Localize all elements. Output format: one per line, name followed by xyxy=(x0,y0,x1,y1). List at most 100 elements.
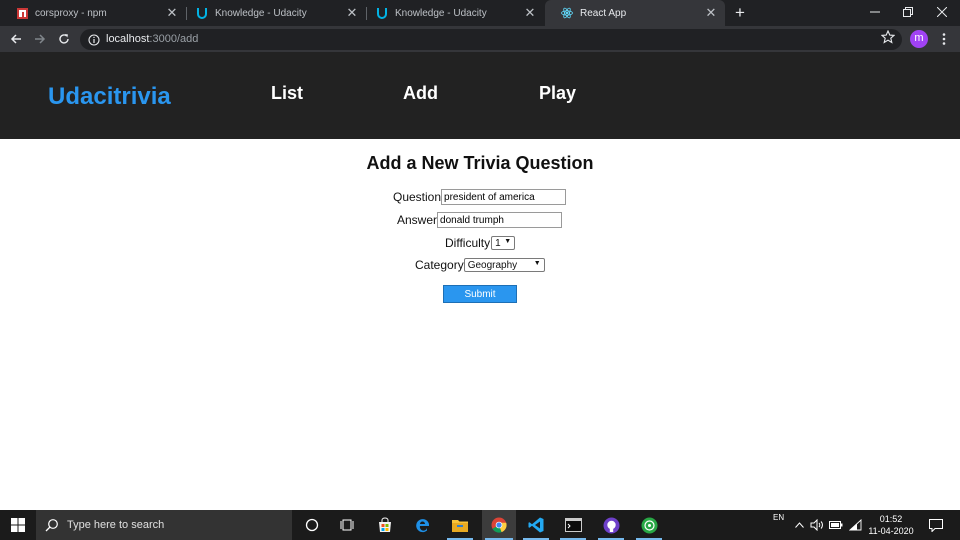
volume-icon xyxy=(810,519,823,531)
forward-button[interactable] xyxy=(31,30,49,48)
new-tab-button[interactable]: + xyxy=(731,4,749,22)
answer-label: Answer xyxy=(397,213,438,227)
taskbar-search[interactable]: Type here to search xyxy=(36,510,292,540)
start-button[interactable] xyxy=(0,510,36,540)
wifi-button[interactable] xyxy=(847,510,863,540)
volume-button[interactable] xyxy=(809,510,825,540)
close-tab-icon[interactable]: ✕ xyxy=(703,5,719,21)
chevron-up-icon xyxy=(794,522,804,528)
nav-add[interactable]: Add xyxy=(403,83,438,104)
task-view-button[interactable] xyxy=(331,510,363,540)
difficulty-label: Difficulty xyxy=(445,236,491,250)
battery-button[interactable] xyxy=(828,510,844,540)
npm-icon xyxy=(16,7,28,19)
answer-row: Answer xyxy=(397,212,563,228)
tab-title: React App xyxy=(580,7,627,19)
back-button[interactable] xyxy=(7,30,25,48)
task-view-icon xyxy=(340,519,354,531)
search-icon xyxy=(45,519,58,532)
udacity-icon xyxy=(376,7,388,19)
clock-date: 11-04-2020 xyxy=(868,526,914,536)
difficulty-row: Difficulty 1 ▼ xyxy=(445,236,516,250)
cortana-icon xyxy=(305,518,319,532)
wifi-icon xyxy=(848,519,861,531)
url-path: :3000/add xyxy=(149,33,199,45)
arrow-right-icon xyxy=(35,34,46,44)
category-row: Category Geography ▼ xyxy=(415,258,545,272)
tab-title: corsproxy - npm xyxy=(35,7,107,19)
taskbar-chrome[interactable] xyxy=(482,510,516,540)
show-hidden-icons-button[interactable] xyxy=(792,510,806,540)
tab-corsproxy[interactable]: corsproxy - npm ✕ xyxy=(0,0,186,26)
nav-play[interactable]: Play xyxy=(539,83,576,104)
question-input[interactable] xyxy=(441,189,567,205)
difficulty-select[interactable]: 1 ▼ xyxy=(491,236,516,250)
browser-toolbar: localhost:3000/add m xyxy=(0,26,960,52)
brand-logo[interactable]: Udacitrivia xyxy=(48,83,171,111)
reload-button[interactable] xyxy=(55,30,73,48)
difficulty-value: 1 xyxy=(495,237,501,249)
tab-knowledge-udacity-2[interactable]: Knowledge - Udacity ✕ xyxy=(360,0,544,26)
tab-react-app[interactable]: React App ✕ xyxy=(545,0,725,26)
close-tab-icon[interactable]: ✕ xyxy=(164,5,180,21)
category-select[interactable]: Geography ▼ xyxy=(463,258,545,272)
reload-icon xyxy=(59,34,69,44)
close-tab-icon[interactable]: ✕ xyxy=(522,5,538,21)
app-gear-icon xyxy=(641,517,657,533)
category-value: Geography xyxy=(467,259,518,271)
dropdown-arrow-icon: ▼ xyxy=(504,238,512,245)
taskbar-edge[interactable] xyxy=(407,510,439,540)
arrow-left-icon xyxy=(10,34,21,44)
taskbar-vscode[interactable] xyxy=(520,510,552,540)
close-icon xyxy=(937,7,947,17)
search-placeholder: Type here to search xyxy=(67,519,165,531)
edge-icon xyxy=(416,519,429,533)
notification-icon xyxy=(929,518,943,532)
url-text: localhost:3000/add xyxy=(106,33,198,45)
bookmark-star-icon[interactable] xyxy=(880,29,899,48)
category-label: Category xyxy=(415,258,464,272)
udacity-icon xyxy=(196,7,208,19)
app-header: Udacitrivia List Add Play xyxy=(0,52,960,139)
question-label: Question xyxy=(393,190,442,204)
windows-logo-icon xyxy=(11,518,25,532)
address-bar[interactable]: localhost:3000/add xyxy=(80,29,902,50)
taskbar-app[interactable] xyxy=(633,510,665,540)
taskbar-store[interactable] xyxy=(369,510,401,540)
question-row: Question xyxy=(393,189,567,205)
taskbar-terminal[interactable] xyxy=(557,510,589,540)
taskbar-github-desktop[interactable] xyxy=(595,510,627,540)
browser-tab-strip: corsproxy - npm ✕ Knowledge - Udacity ✕ … xyxy=(0,0,960,26)
more-menu-icon[interactable] xyxy=(938,30,950,48)
language-indicator[interactable]: EN xyxy=(773,513,784,522)
info-icon[interactable] xyxy=(88,33,100,51)
restore-button[interactable] xyxy=(891,0,925,24)
system-clock[interactable]: 01:52 11-04-2020 xyxy=(862,513,920,537)
close-tab-icon[interactable]: ✕ xyxy=(344,5,360,21)
close-window-button[interactable] xyxy=(925,0,959,24)
action-center-button[interactable] xyxy=(925,510,947,540)
minimize-icon xyxy=(870,11,880,13)
cortana-button[interactable] xyxy=(296,510,328,540)
url-host: localhost xyxy=(106,33,150,45)
tab-title: Knowledge - Udacity xyxy=(395,7,487,19)
windows-taskbar: Type here to search EN 01:52 11-04-2020 xyxy=(0,510,960,540)
answer-input[interactable] xyxy=(437,212,563,228)
github-icon xyxy=(603,517,619,533)
vscode-icon xyxy=(528,517,544,533)
chrome-icon xyxy=(491,517,507,533)
terminal-icon xyxy=(564,518,582,532)
profile-avatar[interactable]: m xyxy=(910,30,928,48)
nav-list[interactable]: List xyxy=(271,83,303,104)
tab-knowledge-udacity-1[interactable]: Knowledge - Udacity ✕ xyxy=(180,0,366,26)
clock-time: 01:52 xyxy=(879,514,903,524)
taskbar-file-explorer[interactable] xyxy=(444,510,476,540)
minimize-button[interactable] xyxy=(858,0,892,24)
tab-title: Knowledge - Udacity xyxy=(215,7,307,19)
page-title: Add a New Trivia Question xyxy=(366,153,594,173)
submit-button[interactable]: Submit xyxy=(443,285,517,303)
react-icon xyxy=(561,7,573,19)
store-icon xyxy=(379,517,391,532)
restore-icon xyxy=(903,7,913,17)
dropdown-arrow-icon: ▼ xyxy=(533,260,541,267)
